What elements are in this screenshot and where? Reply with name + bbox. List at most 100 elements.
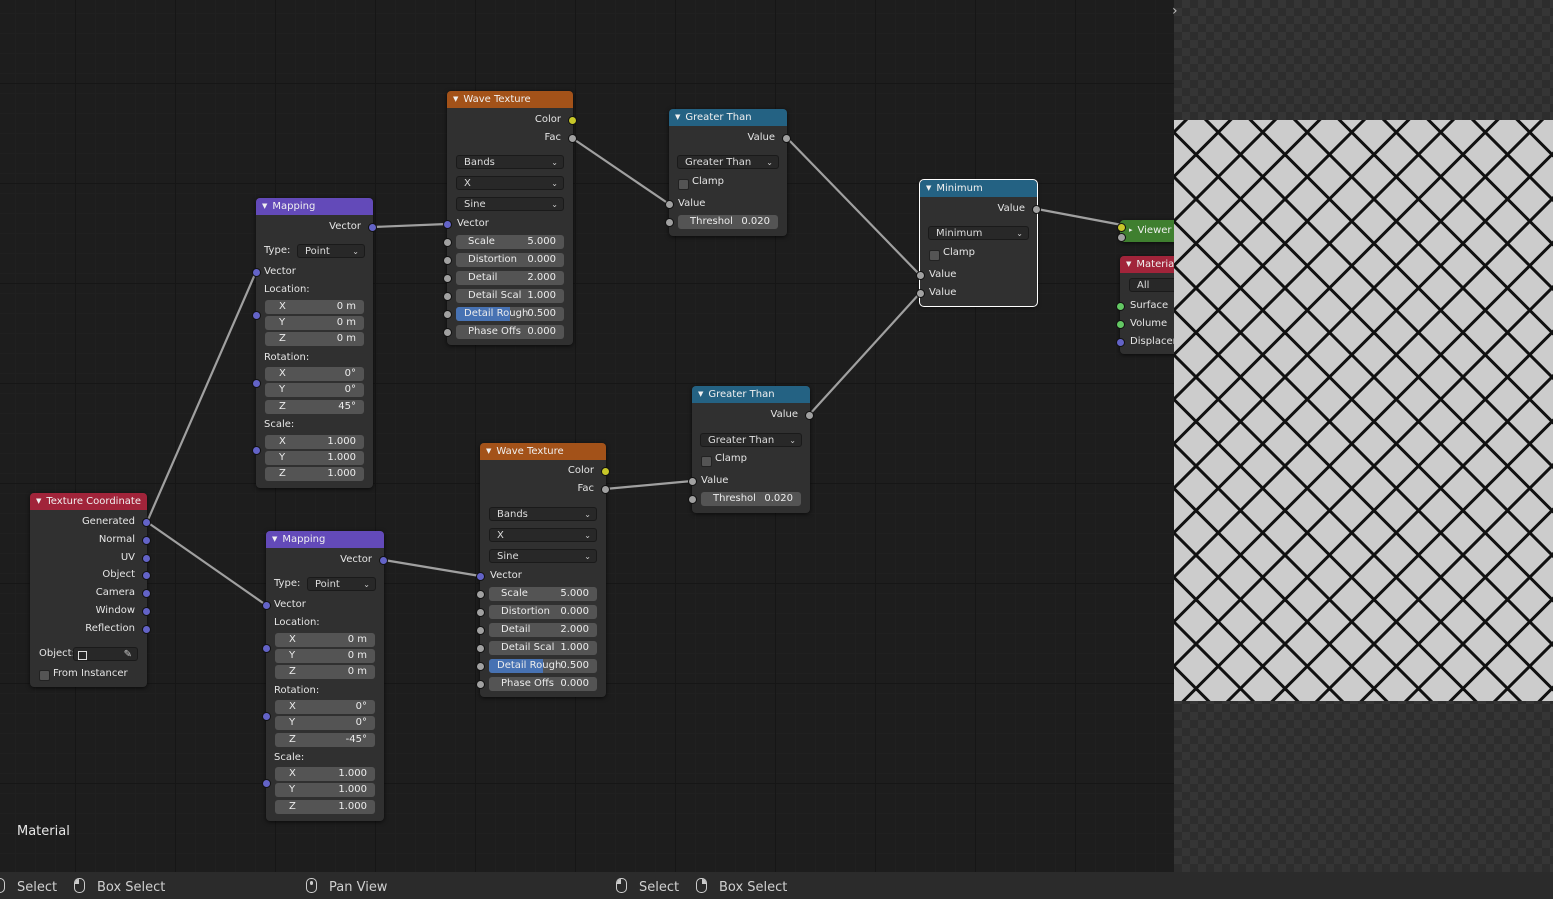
socket-fac-out[interactable] xyxy=(568,134,577,143)
collapse-triangle-icon[interactable]: ▼ xyxy=(1126,260,1131,268)
socket-scale-in[interactable] xyxy=(252,446,261,455)
scale-x-field[interactable]: X 1.000 xyxy=(275,767,375,781)
distortion-field[interactable]: Distortion 0.000 xyxy=(456,253,564,267)
greater-than-node-1[interactable]: ▼ Greater Than Value Greater Than ⌄ Clamp … xyxy=(665,109,791,236)
wave-texture-node-1[interactable]: ▼ Wave Texture Color Fac Bands ⌄ X ⌄ Sine ⌄ … xyxy=(443,91,577,345)
node-header[interactable]: ▼ Greater Than xyxy=(692,386,810,403)
socket-object-out[interactable] xyxy=(142,571,151,580)
rotation-x-field[interactable]: X 0° xyxy=(265,367,364,381)
socket-detail-scale-in[interactable] xyxy=(476,644,485,653)
socket-location-in[interactable] xyxy=(262,644,271,653)
threshold-field[interactable]: Threshol 0.020 xyxy=(701,492,801,506)
socket-vector-out[interactable] xyxy=(368,223,377,232)
socket-distortion-in[interactable] xyxy=(443,256,452,265)
location-y-field[interactable]: Y0 m xyxy=(265,316,364,330)
socket-location-in[interactable] xyxy=(252,311,261,320)
wave-type-dropdown[interactable]: Bands ⌄ xyxy=(489,507,597,521)
socket-rotation-in[interactable] xyxy=(252,379,261,388)
socket-vector-in[interactable] xyxy=(252,268,261,277)
node-header[interactable]: ▼ Wave Texture xyxy=(480,443,606,460)
detail-scale-field[interactable]: Detail Scal 1.000 xyxy=(456,289,564,303)
rotation-z-field[interactable]: Z 45° xyxy=(265,400,364,414)
rotation-z-field[interactable]: Z -45° xyxy=(275,733,375,747)
scale-field[interactable]: Scale 5.000 xyxy=(489,587,597,601)
collapse-triangle-icon[interactable]: ▼ xyxy=(36,497,41,505)
socket-viewer-in-1[interactable] xyxy=(1117,223,1126,232)
socket-generated-out[interactable] xyxy=(142,518,151,527)
socket-vector-in[interactable] xyxy=(443,220,452,229)
rotation-x-field[interactable]: X 0° xyxy=(275,700,375,714)
sidebar-toggle-chevron-icon[interactable]: › xyxy=(1172,3,1178,19)
detail-scale-field[interactable]: Detail Scal 1.000 xyxy=(489,641,597,655)
texture-coordinate-node[interactable]: ▼ Texture Coordinate Generated Normal UV … xyxy=(30,493,151,687)
node-header[interactable]: ▼ Texture Coordinate xyxy=(30,493,147,510)
object-picker[interactable]: ✎ xyxy=(73,647,138,661)
socket-phase-in[interactable] xyxy=(443,328,452,337)
node-header[interactable]: ▼ Wave Texture xyxy=(447,91,573,108)
wave-type-dropdown[interactable]: Bands ⌄ xyxy=(456,155,564,169)
socket-value-in-2[interactable] xyxy=(916,289,925,298)
node-header[interactable]: ▼ Materia xyxy=(1120,256,1174,273)
socket-uv-out[interactable] xyxy=(142,554,151,563)
collapse-triangle-icon[interactable]: ▼ xyxy=(926,184,931,192)
greater-than-node-2[interactable]: ▼ Greater Than Value Greater Than ⌄ Clamp … xyxy=(688,386,814,513)
socket-value-in[interactable] xyxy=(665,200,674,209)
rotation-y-field[interactable]: Y 0° xyxy=(265,383,364,397)
node-header[interactable]: ▼ Mapping xyxy=(256,198,373,215)
clamp-checkbox[interactable] xyxy=(701,456,712,467)
collapse-triangle-icon[interactable]: ▸ xyxy=(1129,226,1133,234)
socket-value-out[interactable] xyxy=(782,134,791,143)
direction-dropdown[interactable]: X ⌄ xyxy=(489,528,597,542)
mapping-type-dropdown[interactable]: Point ⌄ xyxy=(297,244,365,258)
scale-y-field[interactable]: Y 1.000 xyxy=(265,451,364,465)
socket-detail-in[interactable] xyxy=(443,274,452,283)
socket-surface-in[interactable] xyxy=(1116,302,1125,311)
socket-volume-in[interactable] xyxy=(1116,320,1125,329)
location-z-field[interactable]: Z0 m xyxy=(265,332,364,346)
node-header[interactable]: ▼ Greater Than xyxy=(669,109,787,126)
socket-detail-in[interactable] xyxy=(476,626,485,635)
collapse-triangle-icon[interactable]: ▼ xyxy=(272,535,277,543)
scale-z-field[interactable]: Z 1.000 xyxy=(265,467,364,481)
socket-reflection-out[interactable] xyxy=(142,625,151,634)
socket-window-out[interactable] xyxy=(142,607,151,616)
socket-detail-roughness-in[interactable] xyxy=(476,662,485,671)
socket-value-out[interactable] xyxy=(1032,205,1041,214)
detail-field[interactable]: Detail 2.000 xyxy=(489,623,597,637)
node-editor[interactable]: ▼ Wave Texture Color Fac Bands ⌄ X ⌄ Sine ⌄ … xyxy=(0,0,1174,872)
location-z-field[interactable]: Z0 m xyxy=(275,665,375,679)
node-header[interactable]: ▼ Mapping xyxy=(266,531,384,548)
collapse-triangle-icon[interactable]: ▼ xyxy=(453,95,458,103)
socket-value-out[interactable] xyxy=(805,411,814,420)
node-header[interactable]: ▸ Viewer xyxy=(1120,220,1174,242)
socket-value-in[interactable] xyxy=(688,477,697,486)
collapse-triangle-icon[interactable]: ▼ xyxy=(262,202,267,210)
socket-rotation-in[interactable] xyxy=(262,712,271,721)
mapping-type-dropdown[interactable]: Point ⌄ xyxy=(307,577,376,591)
operation-dropdown[interactable]: Minimum ⌄ xyxy=(928,226,1029,240)
scale-y-field[interactable]: Y 1.000 xyxy=(275,783,375,797)
phase-offset-field[interactable]: Phase Offs 0.000 xyxy=(456,325,564,339)
socket-scale-in[interactable] xyxy=(476,590,485,599)
socket-normal-out[interactable] xyxy=(142,536,151,545)
collapse-triangle-icon[interactable]: ▼ xyxy=(675,113,680,121)
scale-x-field[interactable]: X 1.000 xyxy=(265,435,364,449)
profile-dropdown[interactable]: Sine ⌄ xyxy=(489,549,597,563)
node-header[interactable]: ▼ Minimum xyxy=(920,180,1037,197)
mapping-node-1[interactable]: ▼ Mapping Vector Type: Point ⌄ Vector Loca… xyxy=(252,198,377,488)
socket-viewer-in-2[interactable] xyxy=(1117,233,1126,242)
operation-dropdown[interactable]: Greater Than ⌄ xyxy=(677,155,779,169)
scale-z-field[interactable]: Z 1.000 xyxy=(275,800,375,814)
phase-offset-field[interactable]: Phase Offs 0.000 xyxy=(489,677,597,691)
direction-dropdown[interactable]: X ⌄ xyxy=(456,176,564,190)
material-output-node[interactable]: ▼ Materia All Surface Volume Displacer xyxy=(1116,256,1174,354)
collapse-triangle-icon[interactable]: ▼ xyxy=(698,390,703,398)
socket-displacement-in[interactable] xyxy=(1116,338,1125,347)
socket-threshold-in[interactable] xyxy=(665,218,674,227)
distortion-field[interactable]: Distortion 0.000 xyxy=(489,605,597,619)
collapse-triangle-icon[interactable]: ▼ xyxy=(486,447,491,455)
rotation-y-field[interactable]: Y 0° xyxy=(275,716,375,730)
wave-texture-node-2[interactable]: ▼ Wave Texture Color Fac Bands ⌄ X ⌄ Sine ⌄ … xyxy=(476,443,610,697)
location-x-field[interactable]: X0 m xyxy=(265,300,364,314)
clamp-checkbox[interactable] xyxy=(678,179,689,190)
